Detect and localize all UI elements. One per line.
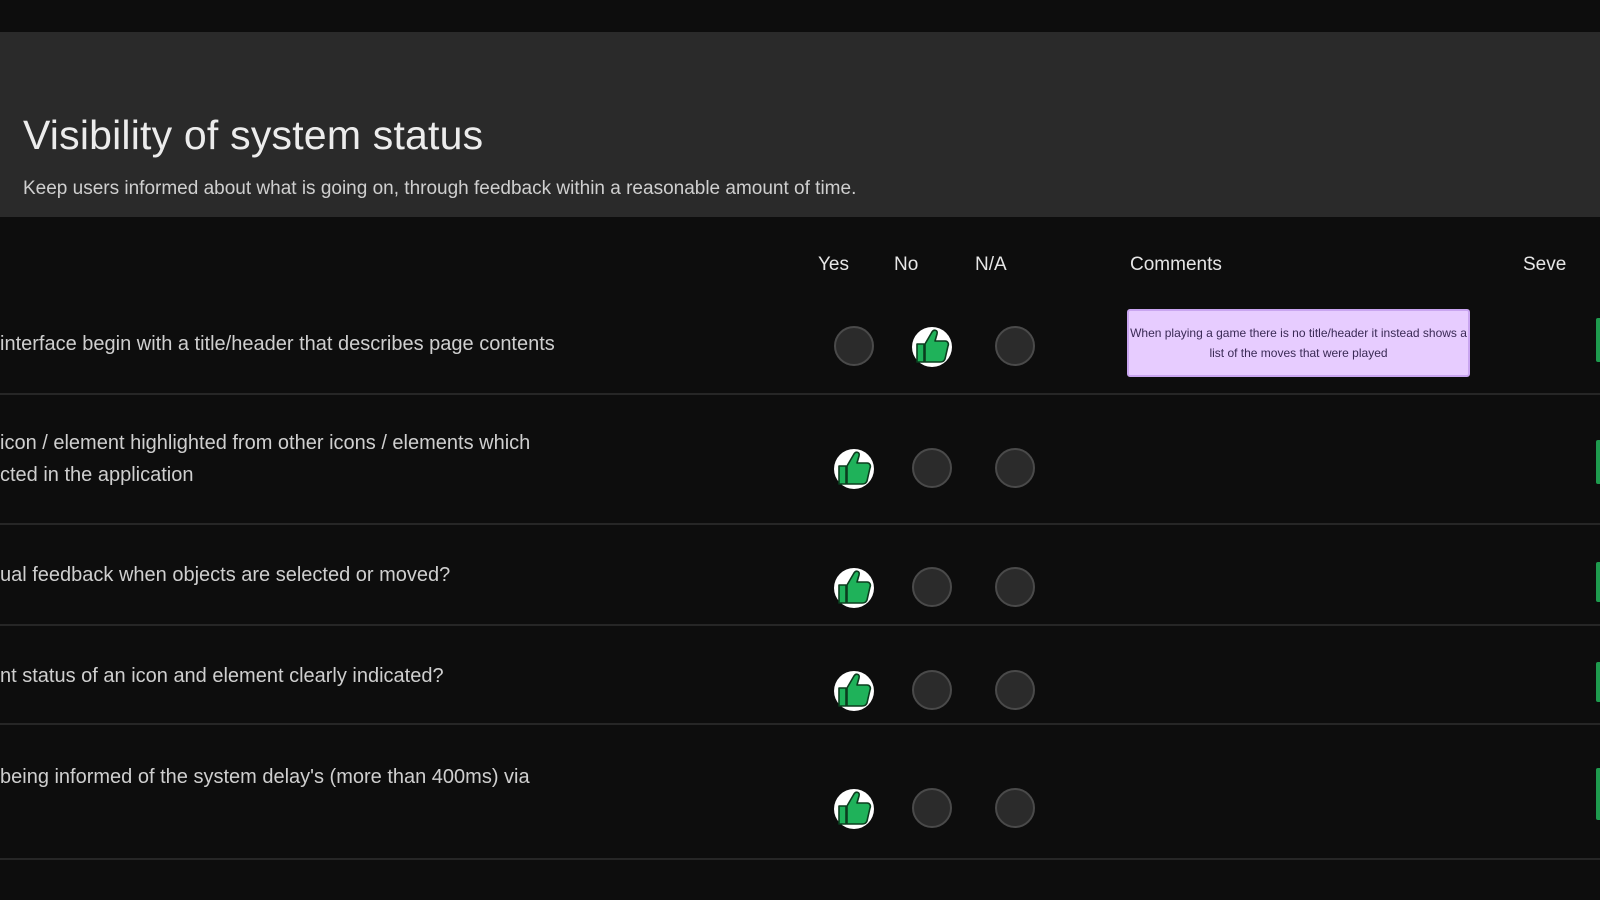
section-subtitle: Keep users informed about what is going … (23, 178, 857, 199)
section-header: Visibility of system status Keep users i… (0, 32, 1600, 217)
thumbs-up-icon[interactable] (909, 323, 955, 369)
option-yes-radio[interactable] (834, 326, 874, 366)
column-header-comments: Comments (1130, 254, 1222, 275)
question-text: icon / element highlighted from other ic… (0, 427, 530, 491)
column-header-na: N/A (975, 254, 1007, 275)
question-text: ual feedback when objects are selected o… (0, 559, 450, 591)
option-no-radio[interactable] (912, 567, 952, 607)
question-line: icon / element highlighted from other ic… (0, 432, 531, 454)
thumbs-up-icon[interactable] (831, 667, 877, 713)
checklist-row: ual feedback when objects are selected o… (0, 525, 1600, 626)
column-header-severity: Seve (1523, 254, 1567, 275)
thumbs-up-icon[interactable] (831, 564, 877, 610)
question-line: cted in the application (0, 464, 194, 486)
thumbs-up-icon[interactable] (831, 785, 877, 831)
option-na-radio[interactable] (995, 326, 1035, 366)
section-title: Visibility of system status (23, 112, 484, 158)
severity-indicator[interactable] (1596, 440, 1600, 484)
checklist-row: icon / element highlighted from other ic… (0, 395, 1600, 525)
column-header-no: No (894, 254, 919, 275)
severity-indicator[interactable] (1596, 562, 1600, 602)
question-line: interface begin with a title/header that… (0, 333, 555, 355)
option-na-radio[interactable] (995, 567, 1035, 607)
severity-indicator[interactable] (1596, 768, 1600, 820)
question-text: interface begin with a title/header that… (0, 328, 555, 360)
option-na-radio[interactable] (995, 788, 1035, 828)
option-na-radio[interactable] (995, 670, 1035, 710)
question-line: being informed of the system delay's (mo… (0, 766, 530, 788)
option-no-radio[interactable] (912, 670, 952, 710)
top-bar (0, 0, 1600, 32)
option-no-radio[interactable] (912, 448, 952, 488)
severity-indicator[interactable] (1596, 662, 1600, 702)
column-header-yes: Yes (818, 254, 849, 275)
option-na-radio[interactable] (995, 448, 1035, 488)
question-line: ual feedback when objects are selected o… (0, 564, 451, 586)
comment-note[interactable]: When playing a game there is no title/he… (1127, 309, 1470, 377)
checklist-row: being informed of the system delay's (mo… (0, 725, 1600, 860)
option-no-radio[interactable] (912, 788, 952, 828)
checklist-row: nt status of an icon and element clearly… (0, 626, 1600, 725)
question-text: nt status of an icon and element clearly… (0, 660, 444, 692)
thumbs-up-icon[interactable] (831, 445, 877, 491)
comment-text: When playing a game there is no title/he… (1130, 326, 1467, 360)
question-text: being informed of the system delay's (mo… (0, 761, 530, 793)
severity-indicator[interactable] (1596, 318, 1600, 362)
question-line: nt status of an icon and element clearly… (0, 665, 444, 687)
